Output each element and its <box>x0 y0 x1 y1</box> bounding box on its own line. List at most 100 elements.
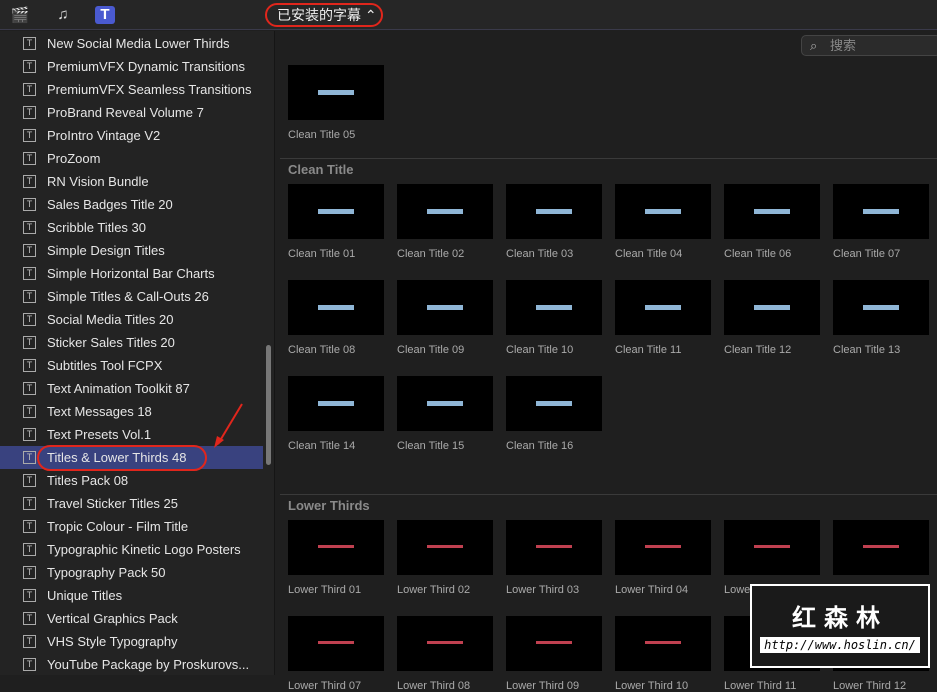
title-template-icon: T <box>23 198 36 211</box>
title-tile[interactable]: Lower Third 10 <box>615 616 711 692</box>
sidebar-item-label: Typographic Kinetic Logo Posters <box>47 542 241 557</box>
search-icon: ⌕ <box>810 38 818 53</box>
music-photo-icon[interactable]: ♫ <box>53 6 73 24</box>
title-template-icon: T <box>23 313 36 326</box>
title-template-icon: T <box>23 405 36 418</box>
title-tile[interactable]: Lower Third 04 <box>615 520 711 596</box>
title-tile[interactable]: Clean Title 10 <box>506 280 602 356</box>
sidebar-item[interactable]: T Sticker Sales Titles 20 <box>0 331 263 354</box>
title-tile[interactable]: Clean Title 04 <box>615 184 711 260</box>
title-tile[interactable]: Clean Title 14 <box>288 376 384 452</box>
thumbnail <box>506 280 602 335</box>
title-tile[interactable]: Clean Title 01 <box>288 184 384 260</box>
thumbnail <box>724 520 820 575</box>
title-tile[interactable]: Lower Third 08 <box>397 616 493 692</box>
title-tile[interactable]: Clean Title 09 <box>397 280 493 356</box>
sidebar-item[interactable]: T ProIntro Vintage V2 <box>0 124 263 147</box>
thumbnail <box>397 376 493 431</box>
sidebar-item[interactable]: T Simple Horizontal Bar Charts <box>0 262 263 285</box>
sidebar-item-label: RN Vision Bundle <box>47 174 149 189</box>
sidebar-item[interactable]: T PremiumVFX Dynamic Transitions <box>0 55 263 78</box>
thumbnail <box>724 280 820 335</box>
title-template-icon: T <box>23 451 36 464</box>
sidebar-item[interactable]: T Titles Pack 08 <box>0 469 263 492</box>
title-tile[interactable]: Clean Title 06 <box>724 184 820 260</box>
sidebar-item[interactable]: T ProZoom <box>0 147 263 170</box>
title-tile[interactable]: Clean Title 05 <box>288 65 384 141</box>
sidebar-item-label: Titles Pack 08 <box>47 473 129 488</box>
title-tile[interactable]: Clean Title 03 <box>506 184 602 260</box>
search-input[interactable]: ⌕ 搜索 <box>801 35 937 56</box>
tile-label: Clean Title 05 <box>288 129 356 141</box>
sidebar-item[interactable]: T New Social Media Lower Thirds <box>0 32 263 55</box>
sidebar-item[interactable]: T PremiumVFX Seamless Transitions <box>0 78 263 101</box>
sidebar-item[interactable]: T Simple Design Titles <box>0 239 263 262</box>
title-tile[interactable]: Lower Third 02 <box>397 520 493 596</box>
title-tile[interactable]: Clean Title 13 <box>833 280 929 356</box>
title-tile[interactable]: Clean Title 08 <box>288 280 384 356</box>
sidebar-item[interactable]: T Social Media Titles 20 <box>0 308 263 331</box>
title-template-icon: T <box>23 129 36 142</box>
tile-label: Clean Title 04 <box>615 248 683 260</box>
sidebar-item-label: ProBrand Reveal Volume 7 <box>47 105 204 120</box>
sidebar-item[interactable]: T Simple Titles & Call-Outs 26 <box>0 285 263 308</box>
sidebar-item[interactable]: T Tropic Colour - Film Title <box>0 515 263 538</box>
sidebar-item-label: Simple Design Titles <box>47 243 165 258</box>
title-tile[interactable]: Clean Title 16 <box>506 376 602 452</box>
clapper-star-icon[interactable]: 🎬 <box>10 6 30 24</box>
sidebar-item-label: Typography Pack 50 <box>47 565 166 580</box>
tile-label: Lower Third 09 <box>506 680 580 692</box>
title-tile[interactable]: Clean Title 02 <box>397 184 493 260</box>
installed-titles-picker[interactable]: 已安装的字幕 ⌃ <box>265 3 383 27</box>
section-header: Clean Title <box>288 162 354 177</box>
title-template-icon: T <box>23 497 36 510</box>
thumbnail <box>615 520 711 575</box>
sidebar-item-label: Unique Titles <box>47 588 123 603</box>
thumbnail <box>288 280 384 335</box>
thumbnail <box>615 280 711 335</box>
sidebar-item[interactable]: T Sales Badges Title 20 <box>0 193 263 216</box>
sidebar-item-label: Simple Horizontal Bar Charts <box>47 266 215 281</box>
sidebar-item[interactable]: T Unique Titles <box>0 584 263 607</box>
tile-label: Clean Title 02 <box>397 248 465 260</box>
sidebar-item[interactable]: T Text Animation Toolkit 87 <box>0 377 263 400</box>
sidebar-scrollbar[interactable] <box>266 345 271 465</box>
title-tile[interactable]: Clean Title 07 <box>833 184 929 260</box>
thumbnail <box>397 520 493 575</box>
tile-label: Lower Third 04 <box>615 584 689 596</box>
sidebar-item[interactable]: T ProBrand Reveal Volume 7 <box>0 101 263 124</box>
title-template-icon: T <box>23 382 36 395</box>
sidebar-item[interactable]: T Travel Sticker Titles 25 <box>0 492 263 515</box>
watermark-name: 红森林 <box>792 605 888 632</box>
highlight-circle <box>37 445 207 471</box>
title-tile[interactable]: Clean Title 11 <box>615 280 711 356</box>
sidebar-item[interactable]: T YouTube Package by Proskurovs... <box>0 653 263 675</box>
title-tile[interactable]: Clean Title 15 <box>397 376 493 452</box>
sidebar-item-label: ProZoom <box>47 151 101 166</box>
thumbnail <box>506 616 602 671</box>
thumbnail <box>615 616 711 671</box>
sidebar-item[interactable]: T Typography Pack 50 <box>0 561 263 584</box>
titles-icon[interactable]: T <box>95 6 115 24</box>
sidebar-item[interactable]: T Subtitles Tool FCPX <box>0 354 263 377</box>
tile-label: Clean Title 11 <box>615 344 682 356</box>
sidebar-item[interactable]: T Scribble Titles 30 <box>0 216 263 239</box>
tile-label: Lower Third 12 <box>833 680 907 692</box>
sidebar-item[interactable]: T Vertical Graphics Pack <box>0 607 263 630</box>
sidebar-item[interactable]: T RN Vision Bundle <box>0 170 263 193</box>
sidebar-item[interactable]: T VHS Style Typography <box>0 630 263 653</box>
sidebar-item[interactable]: T Typographic Kinetic Logo Posters <box>0 538 263 561</box>
thumbnail <box>833 280 929 335</box>
title-tile[interactable]: Lower Third 01 <box>288 520 384 596</box>
title-tile[interactable]: Lower Third 07 <box>288 616 384 692</box>
sidebar-item-label: Social Media Titles 20 <box>47 312 174 327</box>
tile-label: Lower Third 07 <box>288 680 362 692</box>
sidebar: T New Social Media Lower Thirds T PremiumVF… <box>0 31 275 675</box>
title-tile[interactable]: Lower Third 09 <box>506 616 602 692</box>
title-tile[interactable]: Lower Third 03 <box>506 520 602 596</box>
thumbnail <box>615 184 711 239</box>
title-tile[interactable]: Clean Title 12 <box>724 280 820 356</box>
thumbnail <box>506 520 602 575</box>
title-template-icon: T <box>23 635 36 648</box>
thumbnail <box>288 184 384 239</box>
